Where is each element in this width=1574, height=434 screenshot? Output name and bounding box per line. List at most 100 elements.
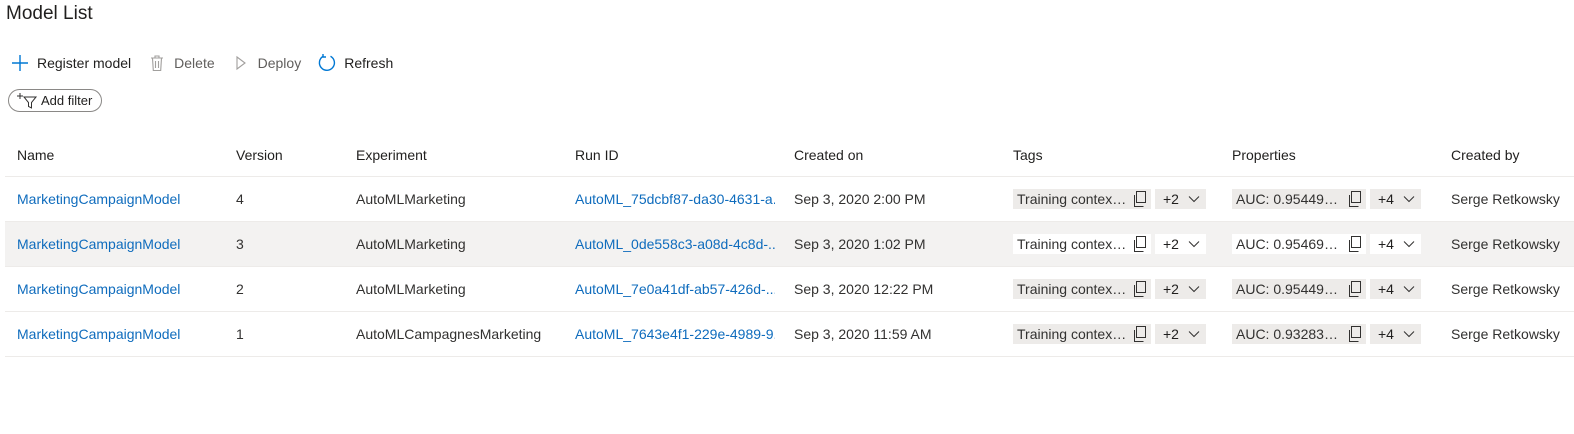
tags-cell: Training context:... +2 (1013, 267, 1223, 311)
properties-expand-button[interactable]: +4 (1370, 234, 1421, 254)
register-model-label: Register model (37, 55, 132, 71)
chevron-down-icon (1403, 195, 1415, 203)
delete-label: Delete (174, 55, 215, 71)
table-row[interactable]: MarketingCampaignModel 2 AutoMLMarketing… (5, 267, 1574, 312)
model-name-link[interactable]: MarketingCampaignModel (17, 236, 180, 252)
copy-icon[interactable] (1348, 281, 1362, 297)
tag-text: Training context:... (1017, 236, 1129, 252)
property-text: AUC: 0.9546916... (1236, 236, 1344, 252)
tags-more-count: +2 (1163, 281, 1179, 297)
tag-text: Training context:... (1017, 191, 1129, 207)
add-filter-button[interactable]: Add filter (8, 89, 102, 112)
property-text: AUC: 0.9328369... (1236, 326, 1344, 342)
refresh-icon (317, 53, 337, 73)
property-chip: AUC: 0.9544953... (1232, 189, 1366, 209)
chevron-down-icon (1188, 330, 1200, 338)
properties-expand-button[interactable]: +4 (1370, 324, 1421, 344)
table-header-row: Name Version Experiment Run ID Created o… (5, 133, 1574, 177)
version-cell: 4 (236, 191, 244, 207)
run-id-link[interactable]: AutoML_0de558c3-a08d-4c8d-... (575, 236, 775, 252)
property-text: AUC: 0.9544953... (1236, 191, 1344, 207)
table-row[interactable]: MarketingCampaignModel 1 AutoMLCampagnes… (5, 312, 1574, 357)
tags-expand-button[interactable]: +2 (1155, 324, 1206, 344)
register-model-button[interactable]: Register model (10, 53, 131, 73)
properties-more-count: +4 (1378, 236, 1394, 252)
properties-more-count: +4 (1378, 326, 1394, 342)
property-chip: AUC: 0.9328369... (1232, 324, 1366, 344)
experiment-cell: AutoMLMarketing (356, 191, 466, 207)
column-header-created-on[interactable]: Created on (794, 133, 994, 176)
column-header-properties[interactable]: Properties (1232, 133, 1442, 176)
experiment-cell: AutoMLMarketing (356, 281, 466, 297)
created-on-cell: Sep 3, 2020 11:59 AM (794, 326, 932, 342)
plus-icon (10, 53, 30, 73)
run-id-link[interactable]: AutoML_7e0a41df-ab57-426d-... (575, 281, 775, 297)
copy-icon[interactable] (1133, 281, 1147, 297)
model-name-link[interactable]: MarketingCampaignModel (17, 326, 180, 342)
tag-text: Training context:... (1017, 326, 1129, 342)
refresh-label: Refresh (344, 55, 394, 71)
created-by-cell: Serge Retkowsky (1451, 191, 1560, 207)
add-filter-icon (17, 92, 39, 110)
trash-icon (147, 53, 167, 73)
copy-icon[interactable] (1348, 191, 1362, 207)
properties-expand-button[interactable]: +4 (1370, 279, 1421, 299)
command-bar: Register model Delete Deploy Refresh (10, 52, 409, 74)
tags-cell: Training context:... +2 (1013, 177, 1223, 221)
chevron-down-icon (1188, 195, 1200, 203)
copy-icon[interactable] (1133, 191, 1147, 207)
created-by-cell: Serge Retkowsky (1451, 326, 1560, 342)
delete-button[interactable]: Delete (147, 53, 215, 73)
model-name-link[interactable]: MarketingCampaignModel (17, 281, 180, 297)
page-title: Model List (6, 3, 93, 24)
chevron-down-icon (1403, 285, 1415, 293)
chevron-down-icon (1188, 240, 1200, 248)
property-chip: AUC: 0.9544953... (1232, 279, 1366, 299)
tags-expand-button[interactable]: +2 (1155, 279, 1206, 299)
add-filter-label: Add filter (41, 93, 93, 108)
properties-more-count: +4 (1378, 281, 1394, 297)
column-header-experiment[interactable]: Experiment (356, 133, 556, 176)
column-header-name[interactable]: Name (17, 133, 217, 176)
tag-text: Training context:... (1017, 281, 1129, 297)
model-table: Name Version Experiment Run ID Created o… (5, 133, 1574, 357)
created-by-cell: Serge Retkowsky (1451, 236, 1560, 252)
experiment-cell: AutoMLCampagnesMarketing (356, 326, 542, 342)
properties-cell: AUC: 0.9328369... +4 (1232, 312, 1442, 356)
tags-more-count: +2 (1163, 326, 1179, 342)
refresh-button[interactable]: Refresh (317, 53, 393, 73)
run-id-link[interactable]: AutoML_75dcbf87-da30-4631-a... (575, 191, 775, 207)
tags-expand-button[interactable]: +2 (1155, 234, 1206, 254)
created-by-cell: Serge Retkowsky (1451, 281, 1560, 297)
copy-icon[interactable] (1348, 326, 1362, 342)
tag-chip: Training context:... (1013, 189, 1151, 209)
properties-cell: AUC: 0.9544953... +4 (1232, 267, 1442, 311)
created-on-cell: Sep 3, 2020 2:00 PM (794, 191, 926, 207)
column-header-tags[interactable]: Tags (1013, 133, 1223, 176)
version-cell: 1 (236, 326, 244, 342)
deploy-button[interactable]: Deploy (231, 53, 302, 73)
copy-icon[interactable] (1348, 236, 1362, 252)
copy-icon[interactable] (1133, 236, 1147, 252)
properties-expand-button[interactable]: +4 (1370, 189, 1421, 209)
properties-cell: AUC: 0.9546916... +4 (1232, 222, 1442, 266)
deploy-label: Deploy (257, 55, 302, 71)
experiment-cell: AutoMLMarketing (356, 236, 466, 252)
tag-chip: Training context:... (1013, 234, 1151, 254)
column-header-version[interactable]: Version (236, 133, 336, 176)
version-cell: 3 (236, 236, 244, 252)
chevron-down-icon (1403, 330, 1415, 338)
column-header-run-id[interactable]: Run ID (575, 133, 775, 176)
copy-icon[interactable] (1133, 326, 1147, 342)
tags-expand-button[interactable]: +2 (1155, 189, 1206, 209)
chevron-down-icon (1188, 285, 1200, 293)
model-name-link[interactable]: MarketingCampaignModel (17, 191, 180, 207)
tag-chip: Training context:... (1013, 279, 1151, 299)
run-id-link[interactable]: AutoML_7643e4f1-229e-4989-9... (575, 326, 775, 342)
tag-chip: Training context:... (1013, 324, 1151, 344)
properties-cell: AUC: 0.9544953... +4 (1232, 177, 1442, 221)
table-row[interactable]: MarketingCampaignModel 3 AutoMLMarketing… (5, 222, 1574, 267)
column-header-created-by[interactable]: Created by (1451, 133, 1574, 176)
created-on-cell: Sep 3, 2020 12:22 PM (794, 281, 934, 297)
table-row[interactable]: MarketingCampaignModel 4 AutoMLMarketing… (5, 177, 1574, 222)
